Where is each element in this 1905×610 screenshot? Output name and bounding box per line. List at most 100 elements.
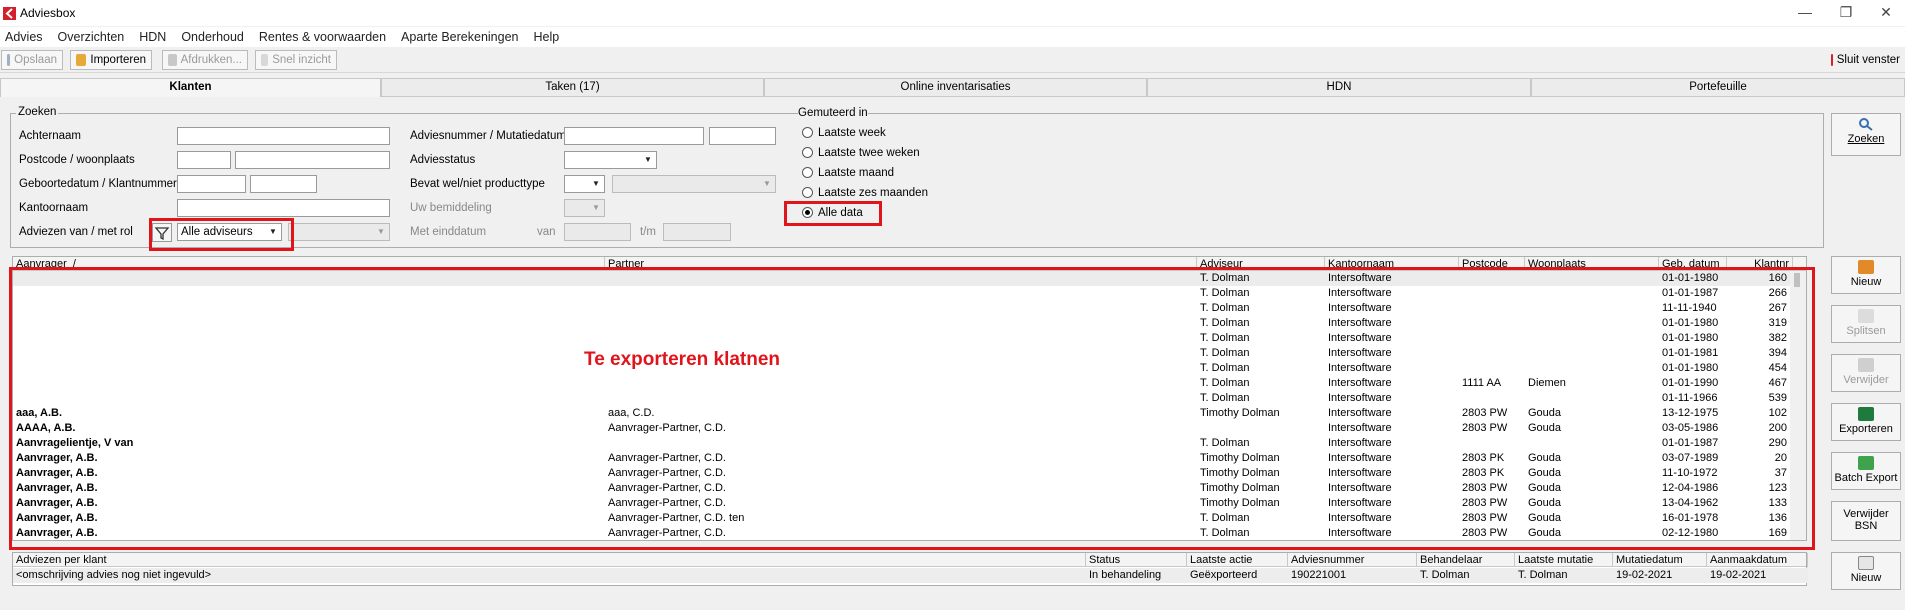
radio-laatste-maand[interactable] [802, 167, 813, 178]
einddatum-van-input[interactable] [564, 223, 631, 241]
postcode-input[interactable] [177, 151, 231, 169]
mutatiedatum-input[interactable] [709, 127, 776, 145]
advice-creation-date: 19-02-2021 [1710, 569, 1767, 581]
import-icon [76, 54, 87, 66]
new-document-icon [1858, 556, 1874, 570]
tab-bar: Klanten Taken (17) Online inventarisatie… [0, 78, 1905, 97]
header-adviezen-per-klant[interactable]: Adviezen per klant [13, 553, 1086, 567]
geboortedatum-label: Geboortedatum / Klantnummer [19, 178, 177, 190]
advice-last-mutation: T. Dolman [1518, 569, 1568, 581]
menu-aparte-berekeningen[interactable]: Aparte Berekeningen [401, 30, 518, 44]
grid-highlight-box [9, 267, 1815, 550]
tab-online-inventarisaties[interactable]: Online inventarisaties [764, 78, 1147, 97]
toolbar: Opslaan Importeren Afdrukken... Snel inz… [0, 48, 1905, 73]
adviesnummer-input[interactable] [564, 127, 704, 145]
chevron-down-icon: ▼ [592, 203, 600, 212]
close-icon [1831, 54, 1833, 66]
export-button[interactable]: Exporteren [1831, 403, 1901, 441]
new-client-button[interactable]: Nieuw [1831, 256, 1901, 294]
kantoornaam-input[interactable] [177, 199, 390, 217]
radio-laatste-twee-weken[interactable] [802, 147, 813, 158]
search-button[interactable]: Zoeken [1831, 113, 1901, 156]
header-adviesnummer[interactable]: Adviesnummer [1288, 553, 1417, 567]
einddatum-label: Met einddatum [410, 226, 487, 238]
print-button[interactable]: Afdrukken... [162, 50, 248, 70]
radio-laatste-week[interactable] [802, 127, 813, 138]
header-laatste-mutatie[interactable]: Laatste mutatie [1515, 553, 1613, 567]
adviesstatus-label: Adviesstatus [410, 154, 476, 166]
tab-klanten[interactable]: Klanten [0, 78, 381, 97]
new-advice-button[interactable]: Nieuw [1831, 552, 1901, 590]
tm-label: t/m [640, 226, 656, 238]
import-button[interactable]: Importeren [70, 50, 152, 70]
menu-advies[interactable]: Advies [5, 30, 43, 44]
delete-bsn-button[interactable]: Verwijder BSN [1831, 501, 1901, 541]
header-status[interactable]: Status [1086, 553, 1187, 567]
chevron-down-icon: ▼ [763, 179, 771, 188]
adviesnummer-label: Adviesnummer / Mutatiedatum [410, 130, 566, 142]
menu-help[interactable]: Help [534, 30, 560, 44]
header-aanmaakdatum[interactable]: Aanmaakdatum [1707, 553, 1808, 567]
menu-overzichten[interactable]: Overzichten [58, 30, 125, 44]
document-icon [261, 54, 269, 66]
advice-handler: T. Dolman [1420, 569, 1470, 581]
rol-select[interactable]: ▼ [288, 223, 390, 241]
minimize-icon[interactable]: — [1795, 4, 1815, 20]
adviesstatus-select[interactable]: ▼ [564, 151, 657, 169]
excel-icon [1858, 407, 1874, 421]
split-button[interactable]: Splitsen [1831, 305, 1901, 343]
advice-last-action: Geëxporteerd [1190, 569, 1258, 581]
adviezen-label: Adviezen van / met rol [19, 226, 133, 238]
export-annotation: Te exporteren klatnen [584, 349, 781, 370]
add-user-icon [1858, 260, 1874, 274]
delete-button[interactable]: Verwijder [1831, 354, 1901, 392]
radio-label-laatste-week: Laatste week [818, 127, 886, 139]
bemiddeling-select[interactable]: ▼ [564, 199, 605, 217]
advice-grid: Adviezen per klant Status Laatste actie … [12, 552, 1808, 586]
save-button[interactable]: Opslaan [1, 50, 63, 70]
radio-label-laatste-twee-weken: Laatste twee weken [818, 147, 920, 159]
advice-description: <omschrijving advies nog niet ingevuld> [16, 569, 212, 581]
menu-bar: Advies Overzichten HDN Onderhoud Rentes … [0, 27, 1905, 47]
bevat-label: Bevat wel/niet producttype [410, 178, 545, 190]
chevron-down-icon: ▼ [644, 155, 652, 164]
menu-hdn[interactable]: HDN [139, 30, 166, 44]
title-bar: Adviesbox — ❐ ✕ [0, 0, 1905, 26]
alle-data-highlight-box [784, 201, 882, 226]
menu-rentes[interactable]: Rentes & voorwaarden [259, 30, 386, 44]
producttype-select[interactable]: ▼ [612, 175, 776, 193]
advice-number: 190221001 [1291, 569, 1347, 581]
delete-user-icon [1858, 358, 1874, 372]
header-laatste-actie[interactable]: Laatste actie [1187, 553, 1288, 567]
tab-hdn[interactable]: HDN [1147, 78, 1531, 97]
achternaam-label: Achternaam [19, 130, 82, 142]
close-window-icon[interactable]: ✕ [1876, 4, 1896, 21]
klantnummer-input[interactable] [250, 175, 317, 193]
achternaam-input[interactable] [177, 127, 390, 145]
bemiddeling-label: Uw bemiddeling [410, 202, 492, 214]
einddatum-tm-input[interactable] [663, 223, 731, 241]
adviesbox-logo-icon [3, 7, 16, 20]
advice-grid-header: Adviezen per klant Status Laatste actie … [13, 553, 1808, 567]
quick-insight-button[interactable]: Snel inzicht [255, 50, 337, 70]
woonplaats-input[interactable] [235, 151, 390, 169]
geboortedatum-input[interactable] [177, 175, 246, 193]
gemuteerd-group-title: Gemuteerd in [798, 107, 868, 119]
radio-label-laatste-zes-maanden: Laatste zes maanden [818, 187, 928, 199]
header-mutatiedatum[interactable]: Mutatiedatum [1613, 553, 1707, 567]
radio-laatste-zes-maanden[interactable] [802, 187, 813, 198]
menu-onderhoud[interactable]: Onderhoud [181, 30, 244, 44]
header-behandelaar[interactable]: Behandelaar [1417, 553, 1515, 567]
chevron-down-icon: ▼ [592, 179, 600, 188]
close-window-button[interactable]: Sluit venster [1826, 50, 1905, 70]
batch-export-button[interactable]: Batch Export [1831, 452, 1901, 490]
advice-row[interactable]: <omschrijving advies nog niet ingevuld> … [13, 568, 1808, 583]
tab-portefeuille[interactable]: Portefeuille [1531, 78, 1905, 97]
restore-icon[interactable]: ❐ [1836, 4, 1856, 21]
download-arrow-icon [1858, 456, 1874, 470]
van-label: van [537, 226, 556, 238]
bevat-select[interactable]: ▼ [564, 175, 605, 193]
window-title: Adviesbox [20, 6, 76, 20]
filter-highlight-box [149, 218, 294, 251]
tab-taken[interactable]: Taken (17) [381, 78, 764, 97]
